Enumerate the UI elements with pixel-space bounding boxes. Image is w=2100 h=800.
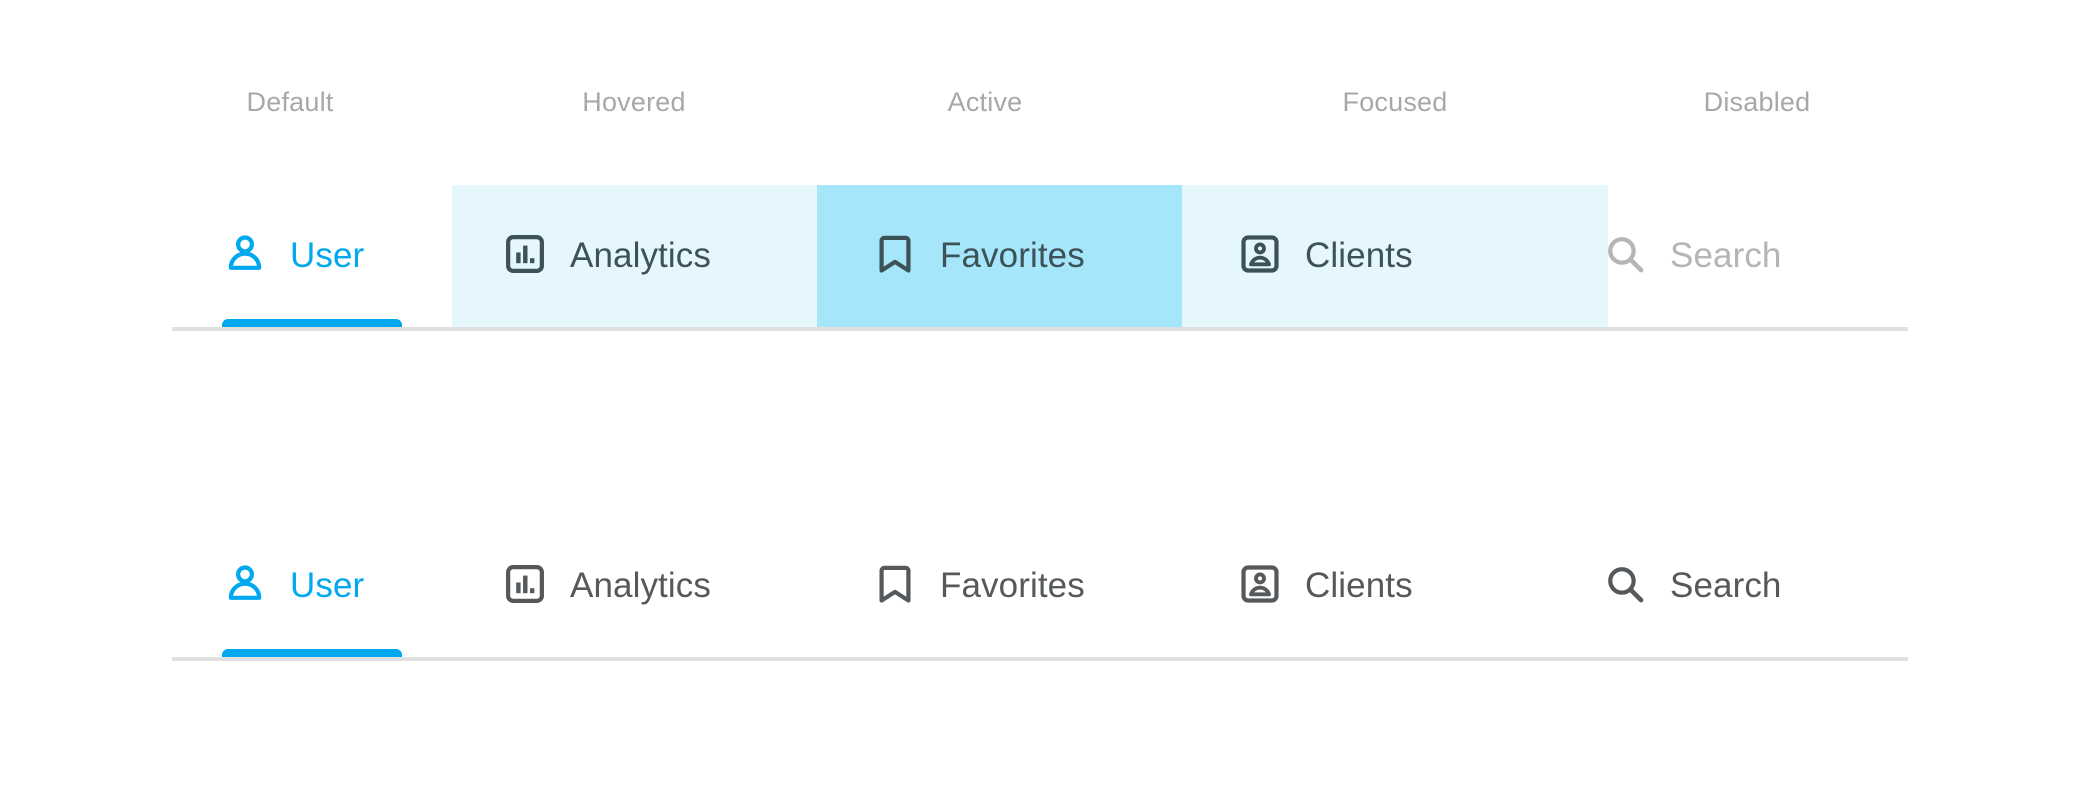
tab-label: Analytics [570, 236, 711, 275]
tab-user[interactable]: User [222, 515, 452, 657]
tab-label: Favorites [940, 236, 1085, 275]
state-label-disabled: Disabled [1703, 87, 1811, 117]
tab-label: Clients [1305, 236, 1413, 275]
tab-label: User [290, 566, 365, 605]
tab-label: Analytics [570, 566, 711, 605]
analytics-icon [502, 231, 548, 277]
tab-label: Search [1670, 566, 1782, 605]
tab-states-canvas: Default Hovered Active Focused Disabled User… [0, 0, 2100, 800]
tab-search[interactable]: Search [1602, 515, 1862, 657]
user-icon [222, 561, 268, 607]
tab-label: Clients [1305, 566, 1413, 605]
contact-icon [1237, 561, 1283, 607]
tab-clients[interactable]: Clients [1237, 185, 1507, 327]
tab-favorites[interactable]: Favorites [872, 515, 1172, 657]
state-label-default: Default [246, 87, 334, 117]
state-label-active: Active [947, 87, 1023, 117]
tab-label: Search [1670, 236, 1782, 275]
state-label-row: Default Hovered Active Focused Disabled [172, 82, 1908, 122]
contact-icon [1237, 231, 1283, 277]
tabbar-baseline [172, 327, 1908, 331]
tabbar-default: User Analytics Favorites Clients Search [172, 515, 1908, 661]
search-icon [1602, 561, 1648, 607]
tab-label: User [290, 236, 365, 275]
tab-search: Search [1602, 185, 1862, 327]
tab-analytics[interactable]: Analytics [502, 515, 802, 657]
tab-user[interactable]: User [222, 185, 452, 327]
state-label-focused: Focused [1342, 87, 1448, 117]
tabbar-states: User Analytics Favorites Clients Search [172, 185, 1908, 331]
user-icon [222, 231, 268, 277]
tabbar-baseline [172, 657, 1908, 661]
analytics-icon [502, 561, 548, 607]
tab-favorites[interactable]: Favorites [872, 185, 1172, 327]
state-label-hovered: Hovered [582, 87, 686, 117]
bookmark-icon [872, 231, 918, 277]
tab-analytics[interactable]: Analytics [502, 185, 802, 327]
tab-clients[interactable]: Clients [1237, 515, 1507, 657]
tab-label: Favorites [940, 566, 1085, 605]
bookmark-icon [872, 561, 918, 607]
search-icon [1602, 231, 1648, 277]
